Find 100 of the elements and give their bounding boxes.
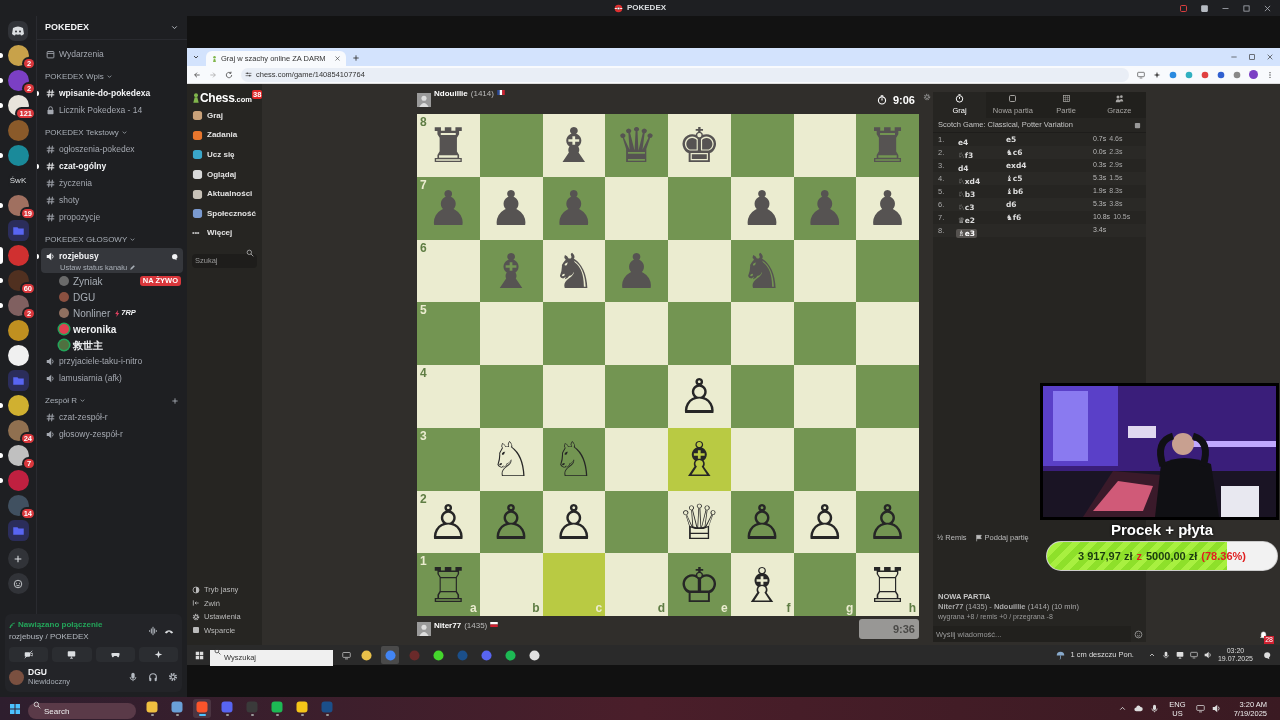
board-square[interactable]: 6 bbox=[417, 239, 480, 303]
board-square[interactable]: ♗ bbox=[668, 427, 731, 491]
app-button[interactable] bbox=[168, 699, 186, 718]
chess-piece[interactable]: ♙ bbox=[740, 496, 784, 547]
close-icon[interactable] bbox=[1263, 3, 1272, 13]
nav-item[interactable]: Oglądaj bbox=[192, 164, 257, 185]
mic-icon[interactable] bbox=[128, 672, 138, 682]
app-button[interactable] bbox=[268, 699, 286, 718]
avatar[interactable] bbox=[9, 669, 24, 685]
gamepad-button[interactable] bbox=[95, 647, 135, 662]
avatar[interactable] bbox=[417, 93, 431, 107]
chess-piece[interactable]: ♗ bbox=[740, 559, 784, 610]
profile-icon[interactable] bbox=[1249, 70, 1258, 79]
chevron-up-icon[interactable] bbox=[1147, 651, 1156, 659]
emoji-icon[interactable] bbox=[1134, 629, 1143, 639]
chevron-up-icon[interactable] bbox=[1118, 704, 1128, 713]
channel-item[interactable]: propozycje bbox=[41, 209, 183, 226]
chess-piece[interactable]: ♜ bbox=[426, 120, 470, 171]
back-icon[interactable] bbox=[193, 70, 201, 79]
chess-piece[interactable]: ♗ bbox=[677, 434, 721, 485]
channel-link[interactable]: rozjebusy / POKEDEX bbox=[9, 631, 148, 643]
member-name[interactable]: DGU bbox=[73, 289, 96, 305]
screen-share-button[interactable] bbox=[52, 647, 92, 662]
member-name[interactable]: 救世主 bbox=[73, 337, 103, 353]
chess-piece[interactable]: ♘ bbox=[489, 434, 533, 485]
channel-item[interactable]: shoty bbox=[41, 192, 183, 209]
chess-piece[interactable]: ♚ bbox=[677, 120, 721, 171]
board-square[interactable]: ♙ bbox=[542, 490, 606, 554]
volume-icon[interactable] bbox=[1211, 704, 1221, 713]
display-icon[interactable] bbox=[1175, 651, 1184, 659]
channel-item[interactable]: głosowy-zespół-r bbox=[41, 426, 183, 443]
board-square[interactable]: ♙ bbox=[856, 490, 919, 554]
chat-icon[interactable] bbox=[171, 252, 179, 261]
chess-piece[interactable]: ♟ bbox=[866, 183, 910, 234]
channel-item[interactable]: życzenia bbox=[41, 175, 183, 192]
mic-icon[interactable] bbox=[1150, 704, 1160, 713]
board-square[interactable] bbox=[542, 365, 606, 428]
board-square[interactable]: ♟ bbox=[856, 176, 919, 240]
cloud-icon[interactable] bbox=[1134, 704, 1144, 713]
board-square[interactable] bbox=[668, 239, 731, 303]
board-square[interactable]: ♙ bbox=[479, 490, 543, 554]
chess-piece[interactable]: ♙ bbox=[803, 496, 847, 547]
board-square[interactable]: ♞ bbox=[542, 239, 606, 303]
install-icon[interactable] bbox=[1137, 70, 1145, 79]
chess-piece[interactable]: ♙ bbox=[866, 496, 910, 547]
server-icon[interactable] bbox=[7, 45, 29, 66]
board-square[interactable]: ♙ bbox=[793, 490, 857, 554]
maximize-icon[interactable] bbox=[1248, 53, 1256, 61]
chess-piece[interactable]: ♟ bbox=[740, 183, 784, 234]
channel-item[interactable]: czat-ogólny bbox=[41, 158, 183, 175]
notifications-icon[interactable] bbox=[1263, 650, 1272, 660]
avatar[interactable] bbox=[417, 622, 431, 636]
board-square[interactable] bbox=[793, 239, 857, 303]
noise-icon[interactable] bbox=[148, 626, 158, 636]
member-name[interactable]: Zyniak bbox=[73, 273, 103, 289]
chess-piece[interactable]: ♖ bbox=[426, 559, 470, 610]
app-button[interactable] bbox=[293, 699, 311, 718]
bookmark-icon[interactable] bbox=[1153, 70, 1161, 79]
chess-piece[interactable]: ♕ bbox=[677, 496, 721, 547]
chess-piece[interactable]: ♞ bbox=[552, 245, 596, 296]
board-square[interactable]: ♕ bbox=[668, 490, 731, 554]
nav-item[interactable]: ••• Więcej bbox=[192, 223, 257, 244]
category-label[interactable]: POKEDEX Wpis bbox=[45, 70, 104, 83]
chess-piece[interactable]: ♘ bbox=[552, 434, 596, 485]
chess-piece[interactable]: ♙ bbox=[677, 371, 721, 422]
app-button[interactable] bbox=[143, 699, 161, 718]
board-square[interactable] bbox=[793, 302, 857, 365]
nav-item[interactable]: Ucz się bbox=[192, 145, 257, 165]
board-square[interactable]: ♟ bbox=[730, 176, 794, 240]
channel-item[interactable]: przyjaciele-taku-i-nitro bbox=[41, 353, 183, 370]
folder-icon[interactable] bbox=[7, 220, 29, 241]
chess-piece[interactable]: ♙ bbox=[426, 496, 470, 547]
board-square[interactable]: 4 bbox=[417, 365, 480, 428]
server-icon[interactable] bbox=[7, 320, 29, 341]
chess-piece[interactable]: ♙ bbox=[552, 496, 596, 547]
windows-icon[interactable] bbox=[195, 650, 204, 660]
reload-icon[interactable] bbox=[225, 70, 233, 79]
category-label[interactable]: Zespół R bbox=[45, 394, 77, 407]
board-square[interactable]: ♙ bbox=[668, 365, 731, 428]
nav-item[interactable]: Zadania bbox=[192, 125, 257, 146]
channel-item[interactable]: ogłoszenia-pokedex bbox=[41, 141, 183, 158]
board-square[interactable]: ♘ bbox=[479, 427, 543, 491]
board-square[interactable] bbox=[793, 365, 857, 428]
folder-icon[interactable] bbox=[7, 520, 29, 541]
chess-piece[interactable]: ♙ bbox=[489, 496, 533, 547]
member-name[interactable]: weronika bbox=[73, 321, 117, 337]
board-square[interactable]: ♙ bbox=[730, 490, 794, 554]
chess-piece[interactable]: ♟ bbox=[489, 183, 533, 234]
close-icon[interactable] bbox=[334, 55, 341, 62]
volume-icon[interactable] bbox=[1203, 651, 1212, 659]
player-name[interactable]: Ndouillie bbox=[434, 88, 468, 100]
app-button[interactable] bbox=[193, 699, 211, 718]
board-square[interactable] bbox=[856, 239, 919, 303]
channel-item[interactable]: czat-zespół-r bbox=[41, 409, 183, 426]
category-label[interactable]: POKEDEX Tekstowy bbox=[45, 126, 119, 139]
menu-icon[interactable] bbox=[1266, 70, 1274, 79]
channel-item[interactable]: rozjebusy bbox=[41, 248, 183, 265]
channel-item[interactable]: lamusiarnia (afk) bbox=[41, 370, 183, 387]
board-square[interactable] bbox=[793, 427, 857, 491]
server-icon[interactable] bbox=[7, 395, 29, 416]
